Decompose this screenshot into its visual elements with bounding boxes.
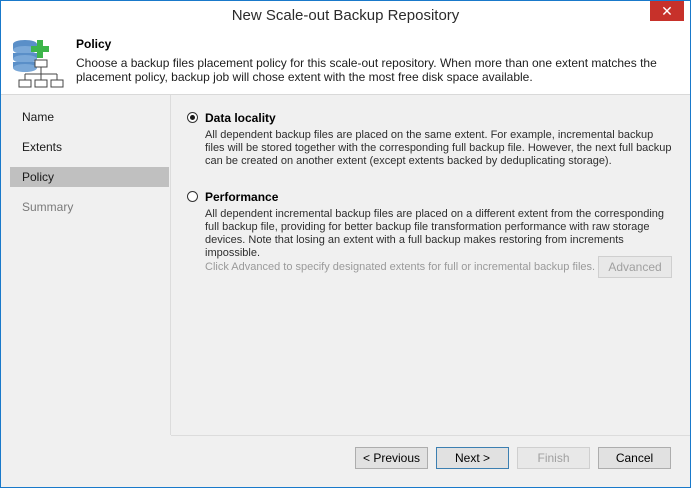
wizard-steps-sidebar: Name Extents Policy Summary: [1, 95, 171, 435]
sidebar-item-policy[interactable]: Policy: [10, 167, 169, 187]
performance-radio[interactable]: [187, 191, 198, 202]
wizard-header: Policy Choose a backup files placement p…: [1, 32, 690, 95]
wizard-window: New Scale-out Backup Repository ✕ Policy…: [0, 0, 691, 488]
policy-options-panel: Data locality All dependent backup files…: [171, 95, 690, 435]
cancel-button[interactable]: Cancel: [598, 447, 671, 469]
data-locality-label[interactable]: Data locality: [205, 111, 276, 125]
previous-button[interactable]: < Previous: [355, 447, 428, 469]
footer-divider: [171, 435, 690, 436]
close-button[interactable]: ✕: [650, 1, 684, 21]
finish-button[interactable]: Finish: [517, 447, 590, 469]
title-bar[interactable]: New Scale-out Backup Repository ✕: [1, 1, 690, 32]
page-title: Policy: [76, 37, 112, 51]
page-description: Choose a backup files placement policy f…: [76, 56, 657, 84]
window-title: New Scale-out Backup Repository: [231, 7, 460, 24]
sidebar-item-extents[interactable]: Extents: [10, 137, 169, 157]
next-button[interactable]: Next >: [436, 447, 509, 469]
close-icon: ✕: [661, 3, 673, 19]
advanced-button[interactable]: Advanced: [598, 256, 672, 278]
data-locality-description: All dependent backup files are placed on…: [205, 129, 672, 167]
sidebar-item-summary: Summary: [22, 200, 74, 214]
scale-out-repository-icon: [13, 40, 64, 88]
performance-label[interactable]: Performance: [205, 190, 278, 204]
advanced-hint: Click Advanced to specify designated ext…: [205, 261, 596, 273]
sidebar-item-name[interactable]: Name: [10, 107, 169, 127]
performance-description: All dependent incremental backup files a…: [205, 208, 665, 259]
data-locality-radio[interactable]: [187, 112, 198, 123]
